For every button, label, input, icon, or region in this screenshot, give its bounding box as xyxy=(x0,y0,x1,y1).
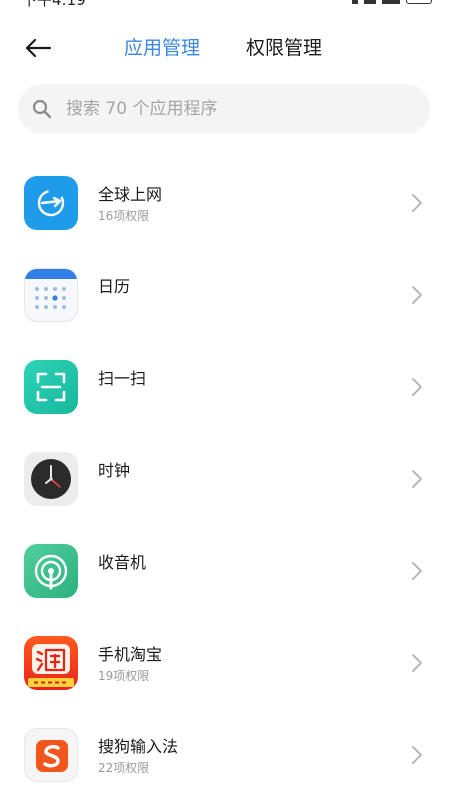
app-row-global-internet[interactable]: 全球上网 16项权限 xyxy=(0,158,450,250)
app-row-clock[interactable]: 时钟 xyxy=(0,434,450,526)
back-arrow-icon xyxy=(25,38,52,58)
app-name: 搜狗输入法 xyxy=(98,737,179,756)
vibrate-icon xyxy=(364,0,376,4)
chevron-right-icon xyxy=(412,286,422,304)
tab-permission-management[interactable]: 权限管理 xyxy=(246,36,322,60)
app-name: 收音机 xyxy=(98,553,147,572)
clock-icon xyxy=(24,452,78,506)
back-button[interactable] xyxy=(22,32,54,64)
bluetooth-icon xyxy=(352,0,358,4)
chevron-right-icon xyxy=(412,470,422,488)
chevron-right-icon xyxy=(412,746,422,764)
app-permissions: 22项权限 xyxy=(98,761,150,775)
app-row-calendar[interactable]: 日历 xyxy=(0,250,450,342)
app-permissions: 19项权限 xyxy=(98,669,150,683)
app-name: 手机淘宝 xyxy=(98,645,163,664)
app-permissions: 16项权限 xyxy=(98,209,150,223)
chevron-right-icon xyxy=(412,194,422,212)
sogou-icon xyxy=(24,728,78,782)
search-icon xyxy=(32,99,52,119)
header: 应用管理 权限管理 xyxy=(0,26,450,70)
app-name: 全球上网 xyxy=(98,185,163,204)
signal-icon xyxy=(382,0,400,4)
app-row-taobao[interactable]: 手机淘宝 19项权限 xyxy=(0,618,450,710)
app-row-radio[interactable]: 收音机 xyxy=(0,526,450,618)
taobao-icon xyxy=(24,636,78,690)
app-name: 时钟 xyxy=(98,461,131,480)
search-input[interactable] xyxy=(66,99,386,119)
status-time: 下午4:19 xyxy=(22,0,86,9)
chevron-right-icon xyxy=(412,562,422,580)
globe-airplane-icon xyxy=(24,176,78,230)
app-name: 日历 xyxy=(98,277,131,296)
chevron-right-icon xyxy=(412,378,422,396)
app-row-scanner[interactable]: 扫一扫 xyxy=(0,342,450,434)
radio-icon xyxy=(24,544,78,598)
app-name: 扫一扫 xyxy=(98,369,147,388)
app-row-sogou[interactable]: 搜狗输入法 22项权限 xyxy=(0,710,450,792)
search-bar[interactable] xyxy=(18,84,430,134)
battery-icon xyxy=(406,0,432,4)
calendar-icon xyxy=(24,268,78,322)
chevron-right-icon xyxy=(412,654,422,672)
scanner-icon xyxy=(24,360,78,414)
status-bar: 下午4:19 xyxy=(0,0,450,8)
app-list: 全球上网 16项权限 日历 扫一扫 时钟 收音机 手机淘宝 19项权限 搜狗输入… xyxy=(0,158,450,792)
status-icons xyxy=(352,0,432,4)
tab-app-management[interactable]: 应用管理 xyxy=(124,36,200,60)
